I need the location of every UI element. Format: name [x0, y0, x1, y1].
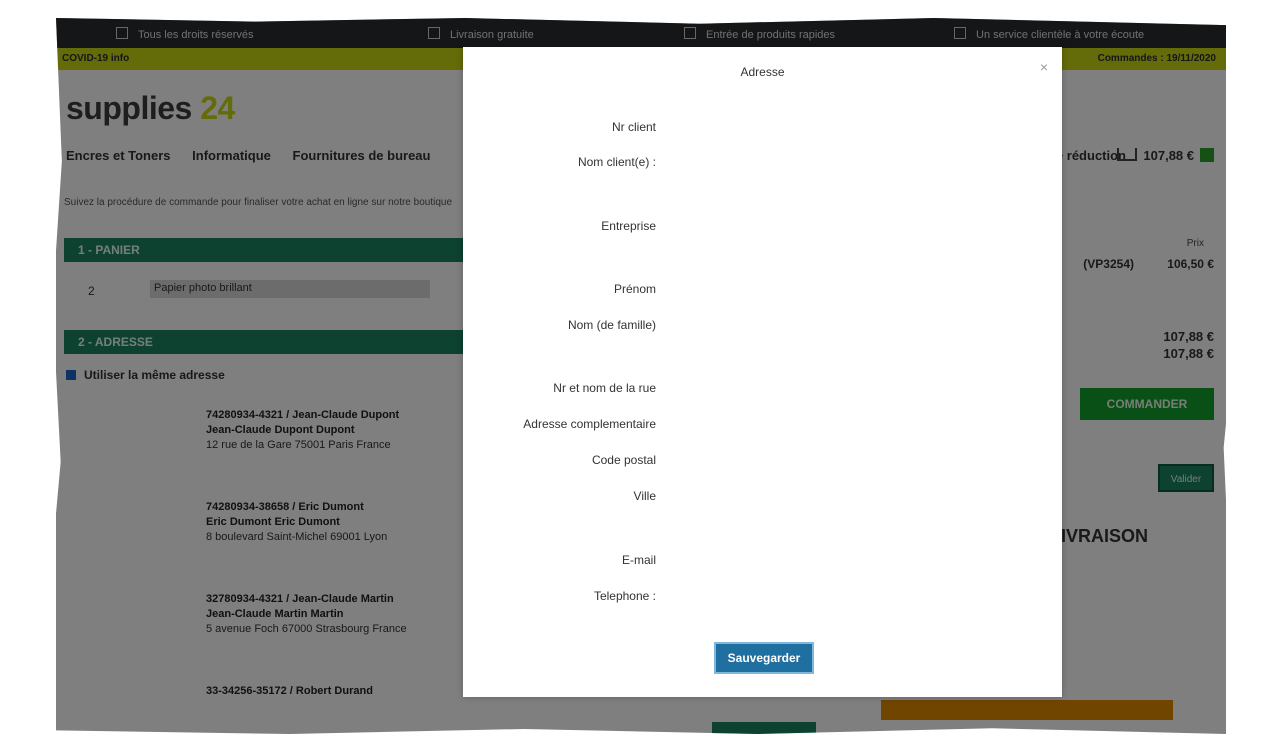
company-input[interactable]: [665, 214, 1029, 238]
label-first-name: Prénom: [613, 282, 656, 296]
side-tab[interactable]: [56, 142, 60, 178]
save-button[interactable]: Sauvegarder: [714, 642, 814, 674]
first-name-input[interactable]: [665, 277, 1029, 301]
phone-input[interactable]: [665, 584, 1029, 608]
label-client-number: Nr client: [611, 120, 656, 134]
city-input[interactable]: [665, 484, 1029, 508]
label-street: Nr et nom de la rue: [553, 381, 656, 395]
client-number-input[interactable]: [665, 115, 1029, 139]
client-name-input[interactable]: [665, 150, 1029, 174]
close-icon[interactable]: ×: [1040, 59, 1048, 75]
label-postal-code: Code postal: [591, 453, 656, 467]
label-phone: Telephone :: [593, 589, 656, 603]
label-last-name: Nom (de famille): [567, 318, 656, 332]
label-email: E-mail: [621, 553, 656, 567]
label-company: Entreprise: [601, 219, 656, 233]
modal-title: Adresse: [740, 65, 785, 79]
address-complement-input[interactable]: [665, 412, 1029, 436]
label-city: Ville: [633, 489, 656, 503]
label-address-complement: Adresse complementaire: [523, 417, 656, 431]
last-name-input[interactable]: [665, 313, 1029, 337]
street-input[interactable]: [665, 376, 1029, 400]
address-modal: Adresse × Nr client Nom client(e) : Entr…: [463, 47, 1062, 697]
email-input[interactable]: [665, 548, 1029, 572]
postal-code-input[interactable]: [665, 448, 1029, 472]
label-client-name: Nom client(e) :: [577, 155, 656, 169]
